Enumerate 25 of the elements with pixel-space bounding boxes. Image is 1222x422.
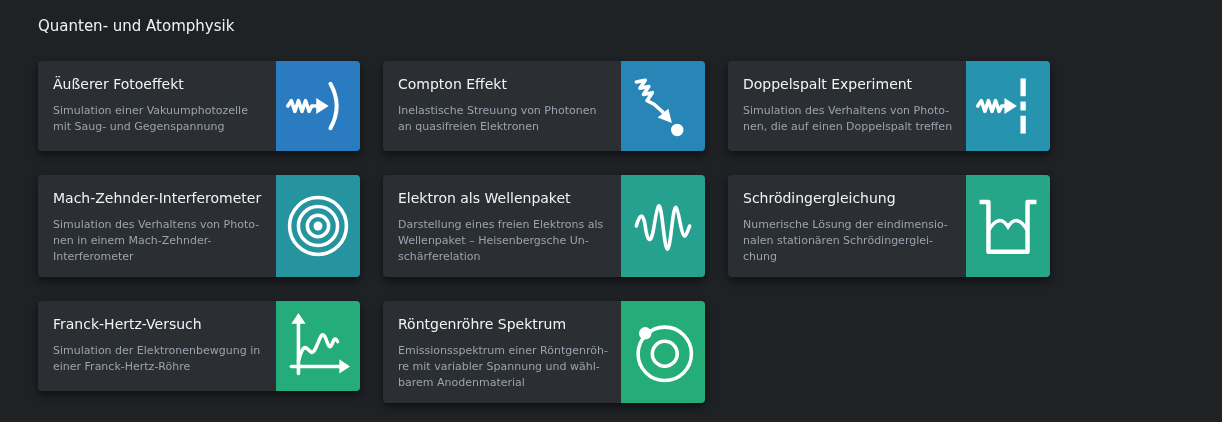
- card-description: Simulation der Elektronenbewgung in einer Franck-Hertz-Röhre: [53, 343, 262, 375]
- card-description: Emissionsspektrum einer Röntgenröh- re mit variabler Spannung und wähl- barem Anodenmaterial: [398, 343, 609, 391]
- simulation-card[interactable]: Schrödingergleichung Numerische Lösung der eindimensio- nalen stationären Schrödingerglei- chung: [728, 175, 1050, 277]
- simulation-card[interactable]: Franck-Hertz-Versuch Simulation der Elektronenbewgung in einer Franck-Hertz-Röhre: [38, 301, 360, 391]
- card-description: Inelastische Streuung von Photonen an quasifreien Elektronen: [398, 103, 598, 135]
- simulation-card[interactable]: Äußerer Fotoeffekt Simulation einer Vakuumphotozelle mit Saug- und Gegenspannung: [38, 61, 360, 151]
- card-description: Simulation des Verhaltens von Photo- nen in einem Mach-Zehnder- Interferometer: [53, 217, 261, 265]
- card-title: Mach-Zehnder-Interferometer: [53, 189, 263, 207]
- card-title: Elektron als Wellenpaket: [398, 189, 572, 207]
- card-description: Simulation des Verhaltens von Photo- nen, die auf einen Doppelspalt treffen: [743, 103, 954, 135]
- simulation-card[interactable]: Röntgenröhre Spektrum Emissionsspektrum einer Röntgenröh- re mit variabler Spannung und wähl- barem Anodenmaterial: [383, 301, 705, 403]
- card-title: Doppelspalt Experiment: [743, 75, 914, 93]
- card-title: Röntgenröhre Spektrum: [398, 315, 568, 333]
- card-title: Äußerer Fotoeffekt: [53, 75, 185, 93]
- simulation-card[interactable]: Mach-Zehnder-Interferometer Simulation des Verhaltens von Photo- nen in einem Mach-Zehnder- Interferometer: [38, 175, 360, 277]
- card-description: Darstellung eines freien Elektrons als Wellenpaket – Heisenbergsche Un- schärferelation: [398, 217, 605, 265]
- simulation-card[interactable]: Elektron als Wellenpaket Darstellung eines freien Elektrons als Wellenpaket – Heisenbergsche Un- schärferelation: [383, 175, 705, 277]
- card-title: Compton Effekt: [398, 75, 508, 93]
- card-description: Numerische Lösung der eindimensio- nalen stationären Schrödingerglei- chung: [743, 217, 949, 265]
- card-title: Franck-Hertz-Versuch: [53, 315, 203, 333]
- card-title: Schrödingergleichung: [743, 189, 897, 207]
- section-heading: Quanten- und Atomphysik: [38, 16, 236, 37]
- card-description: Simulation einer Vakuumphotozelle mit Saug- und Gegenspannung: [53, 103, 249, 135]
- simulation-card[interactable]: Compton Effekt Inelastische Streuung von Photonen an quasifreien Elektronen: [383, 61, 705, 151]
- simulation-card[interactable]: Doppelspalt Experiment Simulation des Verhaltens von Photo- nen, die auf einen Doppelspalt treffen: [728, 61, 1050, 151]
